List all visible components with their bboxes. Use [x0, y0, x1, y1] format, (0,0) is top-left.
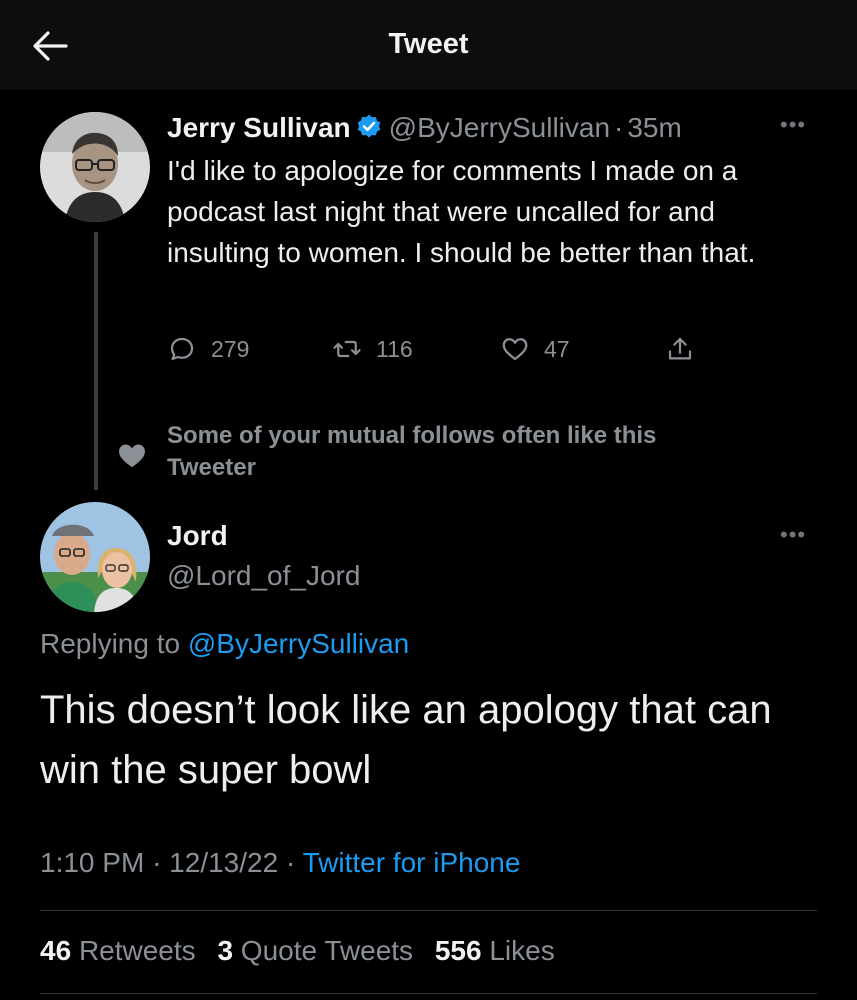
tweet-time[interactable]: 1:10 PM — [40, 847, 144, 878]
page-title: Tweet — [388, 28, 469, 60]
retweets-label: Retweets — [78, 935, 196, 966]
retweet-button[interactable]: 116 — [332, 334, 413, 364]
like-button[interactable]: 47 — [500, 334, 570, 364]
tweet-date[interactable]: 12/13/22 — [169, 847, 278, 878]
reply-icon — [170, 337, 194, 361]
avatar[interactable] — [40, 502, 150, 612]
verified-badge-icon — [357, 114, 380, 138]
divider — [40, 993, 817, 994]
avatar[interactable] — [40, 112, 150, 222]
retweet-icon — [333, 340, 361, 358]
tweet-meta: 1:10 PM · 12/13/22 · Twitter for iPhone — [40, 847, 520, 879]
retweets-stat[interactable]: 46 Retweets — [40, 935, 196, 966]
heart-icon — [502, 338, 528, 361]
more-options-icon[interactable]: ••• — [780, 522, 806, 548]
tweet-text: I'd like to apologize for comments I mad… — [167, 155, 756, 268]
more-options-icon[interactable]: ••• — [780, 112, 806, 138]
like-count: 47 — [544, 335, 570, 362]
heart-icon — [119, 444, 145, 468]
author-handle[interactable]: @Lord_of_Jord — [167, 560, 360, 592]
quote-tweets-stat[interactable]: 3 Quote Tweets — [217, 935, 413, 966]
retweet-count: 116 — [376, 335, 413, 362]
author-name[interactable]: Jerry Sullivan — [167, 112, 351, 143]
share-button[interactable] — [665, 334, 695, 364]
likes-count: 556 — [434, 935, 482, 966]
replying-to: Replying to @ByJerrySullivan — [40, 628, 409, 660]
reply-button[interactable]: 279 — [167, 334, 249, 364]
tweet-source[interactable]: Twitter for iPhone — [303, 847, 521, 878]
share-icon — [668, 337, 692, 360]
tweet-time[interactable]: 35m — [627, 112, 681, 143]
engagement-stats: 46 Retweets 3 Quote Tweets 556 Likes — [40, 935, 569, 967]
dot-separator: · — [285, 847, 296, 878]
quotes-label: Quote Tweets — [240, 935, 414, 966]
reply-count: 279 — [211, 335, 250, 362]
thread-line — [94, 232, 98, 490]
dot-separator: · — [152, 847, 162, 878]
likes-label: Likes — [489, 935, 555, 966]
social-context: Some of your mutual follows often like t… — [167, 422, 657, 481]
likes-stat[interactable]: 556 Likes — [435, 935, 555, 966]
retweets-count: 46 — [40, 935, 72, 966]
tweet-header: Jerry Sullivan @ByJerrySullivan · 35m — [167, 112, 682, 144]
replying-to-handle[interactable]: @ByJerrySullivan — [188, 628, 409, 659]
tweet-text: This doesn’t look like an apology that c… — [40, 688, 772, 792]
top-bar: Tweet — [0, 0, 857, 90]
dot-separator: · — [614, 112, 624, 143]
author-handle[interactable]: @ByJerrySullivan — [389, 112, 610, 143]
replying-to-label: Replying to — [40, 628, 181, 659]
divider — [40, 910, 817, 911]
author-name[interactable]: Jord — [167, 520, 228, 552]
quotes-count: 3 — [217, 935, 234, 966]
